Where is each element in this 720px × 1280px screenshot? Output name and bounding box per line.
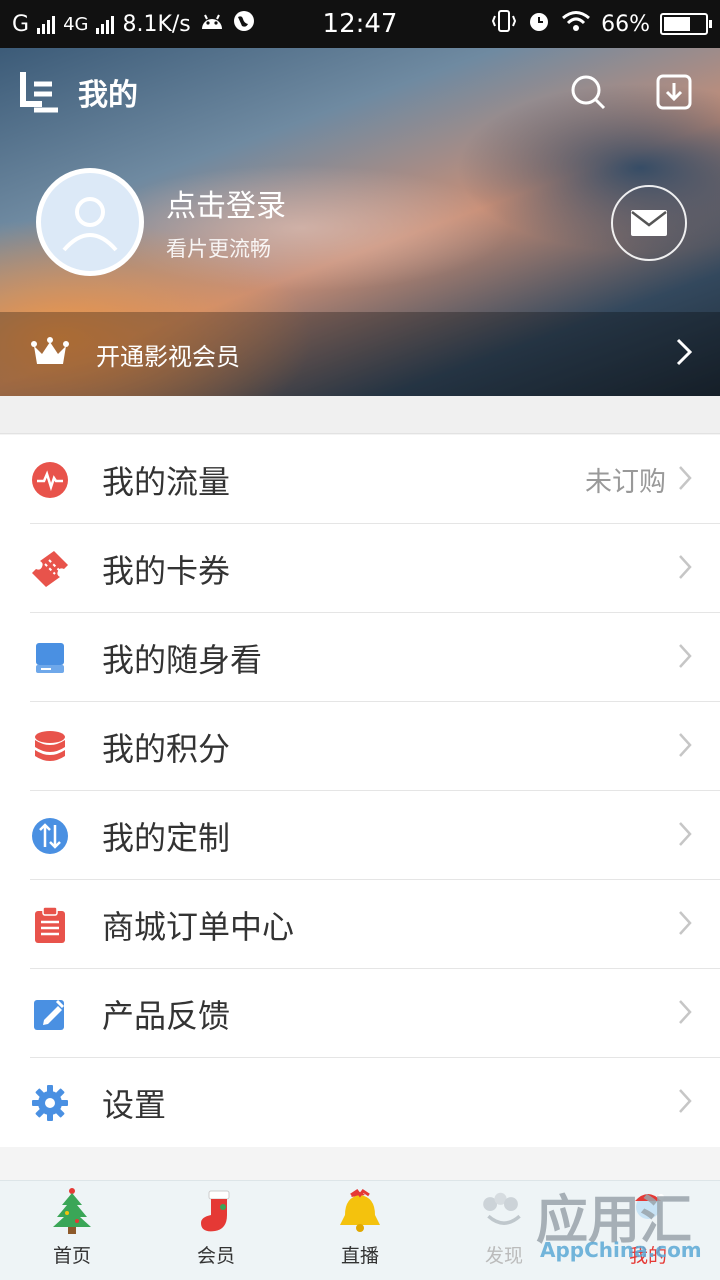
menu-item-label: 我的卡券 — [102, 551, 231, 590]
tab-label: 会员 — [196, 1245, 235, 1267]
menu-item-custom[interactable]: 我的定制 — [0, 791, 720, 880]
edit-icon — [30, 994, 70, 1034]
menu-item-label: 我的流量 — [102, 462, 231, 501]
menu-item-traffic[interactable]: 我的流量 未订购 — [0, 435, 720, 524]
battery-icon — [660, 13, 712, 35]
coins-icon — [30, 727, 70, 767]
pulse-icon — [30, 460, 70, 500]
menu-item-orders[interactable]: 商城订单中心 — [0, 880, 720, 969]
tab-mine[interactable]: 我的 — [576, 1181, 720, 1280]
mail-icon — [631, 210, 667, 236]
tab-label: 我的 — [628, 1245, 667, 1267]
crown-icon — [30, 336, 70, 372]
alarm-icon — [527, 9, 551, 39]
signal-icon — [37, 14, 56, 34]
menu-item-label: 商城订单中心 — [102, 907, 295, 946]
chevron-right-icon — [678, 554, 692, 584]
menu-item-label: 产品反馈 — [102, 996, 231, 1035]
signal-icon-2 — [96, 14, 115, 34]
login-link[interactable]: 点击登录 — [166, 181, 286, 225]
chevron-right-icon — [676, 338, 693, 370]
bell-icon — [334, 1187, 386, 1235]
download-box-icon — [30, 638, 70, 678]
traffic-status: 未订购 — [585, 467, 666, 498]
tab-live[interactable]: 直播 — [288, 1181, 432, 1280]
globe-icon — [233, 10, 255, 38]
christmas-tree-icon — [46, 1187, 98, 1235]
stocking-icon — [190, 1187, 242, 1235]
section-divider — [0, 396, 720, 434]
chevron-right-icon — [678, 732, 692, 762]
menu-item-offline[interactable]: 我的随身看 — [0, 613, 720, 702]
letv-logo-icon — [20, 70, 60, 114]
user-icon — [62, 197, 118, 252]
message-button[interactable] — [611, 185, 687, 261]
tab-label: 首页 — [52, 1245, 91, 1267]
avatar[interactable] — [36, 168, 144, 276]
network-speed: 8.1K/s — [122, 11, 191, 37]
battery-percent: 66% — [601, 11, 650, 37]
discover-icon — [478, 1187, 530, 1235]
menu-item-feedback[interactable]: 产品反馈 — [0, 969, 720, 1058]
tab-label: 发现 — [484, 1245, 523, 1267]
battery-level — [664, 17, 691, 31]
vip-label: 开通影视会员 — [96, 342, 240, 371]
clipboard-icon — [30, 905, 70, 945]
menu-item-label: 我的定制 — [102, 818, 231, 857]
search-icon[interactable] — [570, 74, 606, 110]
vibrate-icon — [491, 9, 517, 39]
menu-item-label: 设置 — [102, 1085, 167, 1124]
chevron-right-icon — [678, 999, 692, 1029]
chevron-right-icon — [678, 465, 692, 495]
swap-icon — [30, 816, 70, 856]
menu-item-label: 我的随身看 — [102, 640, 263, 679]
menu-item-points[interactable]: 我的积分 — [0, 702, 720, 791]
menu-item-settings[interactable]: 设置 — [0, 1058, 720, 1147]
bottom-nav: 首页 会员 直播 发现 我的 — [0, 1180, 720, 1280]
login-subtitle: 看片更流畅 — [166, 237, 271, 261]
profile-header: 我的 点击登录 看片更流畅 开通影视会员 — [0, 48, 720, 396]
download-icon[interactable] — [656, 74, 692, 110]
menu-item-label: 我的积分 — [102, 729, 231, 768]
android-icon — [199, 11, 225, 37]
menu-list: 我的流量 未订购 我的卡券 我的随身看 我的积分 我的定制 商城订单中心 产品反… — [0, 435, 720, 1147]
chevron-right-icon — [678, 643, 692, 673]
chevron-right-icon — [678, 910, 692, 940]
top-bar: 我的 — [0, 48, 720, 136]
profile-block[interactable]: 点击登录 看片更流畅 — [36, 168, 286, 276]
ticket-icon — [30, 549, 70, 589]
status-bar: G 4G 8.1K/s 12:47 66% — [0, 0, 720, 48]
carrier-label: G — [12, 11, 30, 37]
tab-label: 直播 — [340, 1245, 379, 1267]
vip-banner[interactable]: 开通影视会员 — [0, 312, 720, 396]
gear-icon — [30, 1083, 70, 1123]
tab-discover[interactable]: 发现 — [432, 1181, 576, 1280]
chevron-right-icon — [678, 1088, 692, 1118]
network-label: 4G — [63, 13, 89, 35]
menu-item-coupons[interactable]: 我的卡券 — [0, 524, 720, 613]
tab-vip[interactable]: 会员 — [144, 1181, 288, 1280]
tab-home[interactable]: 首页 — [0, 1181, 144, 1280]
wifi-icon — [561, 10, 591, 38]
page-title: 我的 — [78, 78, 138, 113]
chevron-right-icon — [678, 821, 692, 851]
profile-icon — [622, 1187, 674, 1235]
